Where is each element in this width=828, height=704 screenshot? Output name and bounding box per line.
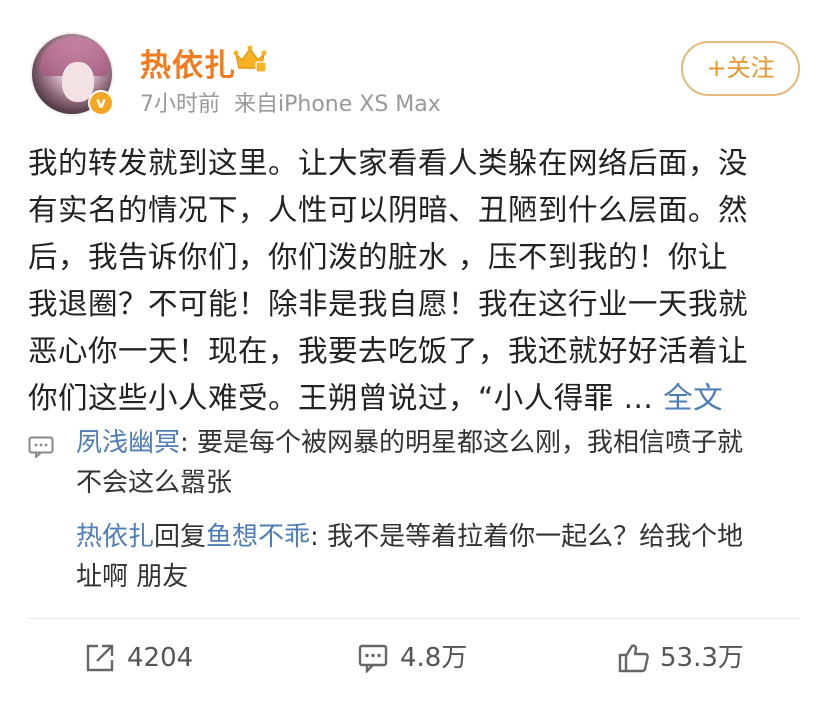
comment-text: 址啊 朋友 (76, 562, 189, 592)
comment-line: 热依扎回复鱼想不乖: 我不是等着拉着你一起么？给我个地 (76, 517, 806, 557)
comment-text: 我不是等着拉着你一起么？给我个地 (327, 522, 744, 552)
weibo-post: v 热依扎 7小时前 来自iPhone XS Max +关注 我的转发就到这里。让… (0, 0, 828, 704)
crown-icon (233, 45, 267, 73)
post-text-line: 我退圈？不可能！除非是我自愿！我在这行业一天我就 (28, 287, 749, 321)
repost-icon (86, 644, 114, 672)
comment-button[interactable]: 4.8万 (358, 638, 508, 678)
comment-item: 热依扎回复鱼想不乖: 我不是等着拉着你一起么？给我个地 址啊 朋友 (76, 517, 806, 597)
post-meta: 7小时前 来自iPhone XS Max (140, 86, 441, 118)
like-count: 53.3万 (660, 643, 744, 673)
follow-button[interactable]: +关注 (681, 41, 800, 96)
verified-badge-icon: v (88, 90, 114, 116)
reply-word: 回复 (154, 522, 207, 552)
post-text-line: 有实名的情况下，人性可以阴暗、丑陋到什么层面。然 (28, 193, 749, 227)
post-text-line: 恶心你一天！现在，我要去吃饭了，我还就好好活着让 (28, 334, 749, 368)
username[interactable]: 热依扎 (140, 40, 236, 85)
thumbs-up-icon (618, 644, 649, 673)
like-button[interactable]: 53.3万 (618, 638, 778, 678)
post-text-line: 我的转发就到这里。让大家看看人类躲在网络后面，没 (28, 146, 749, 180)
divider (28, 618, 800, 619)
comment-icon (358, 644, 388, 673)
comment-separator: : (310, 522, 328, 552)
repost-count: 4204 (127, 643, 194, 673)
comment-separator: : (180, 428, 198, 458)
comment-text: 要是每个被网暴的明星都这么刚，我相信喷子就 (197, 428, 744, 458)
comment-text: 不会这么嚣张 (76, 468, 233, 498)
reply-to-user[interactable]: 鱼想不乖 (206, 522, 310, 552)
comment-count: 4.8万 (400, 643, 468, 673)
repost-button[interactable]: 4204 (85, 638, 235, 678)
full-text-link[interactable]: 全文 (653, 381, 723, 415)
post-text-line: 后，我告诉你们，你们泼的脏水 ，压不到我的！你让 (28, 240, 728, 274)
comment-bubble-icon (28, 436, 54, 458)
post-text-tail: 你们这些小人难受。王朔曾说过，“小人得罪 ... (28, 381, 654, 415)
comment-item: 夙浅幽冥: 要是每个被网暴的明星都这么刚，我相信喷子就 不会这么嚣张 (76, 423, 806, 503)
post-source: 来自iPhone XS Max (234, 92, 441, 117)
post-content: 我的转发就到这里。让大家看看人类躲在网络后面，没 有实名的情况下，人性可以阴暗、… (28, 140, 808, 422)
comment-line: 夙浅幽冥: 要是每个被网暴的明星都这么刚，我相信喷子就 (76, 423, 806, 463)
comment-author[interactable]: 热依扎 (76, 522, 154, 552)
post-text-line-last: 你们这些小人难受。王朔曾说过，“小人得罪 ... 全文 (28, 375, 808, 422)
comment-author[interactable]: 夙浅幽冥 (76, 428, 180, 458)
post-time: 7小时前 (140, 92, 220, 117)
